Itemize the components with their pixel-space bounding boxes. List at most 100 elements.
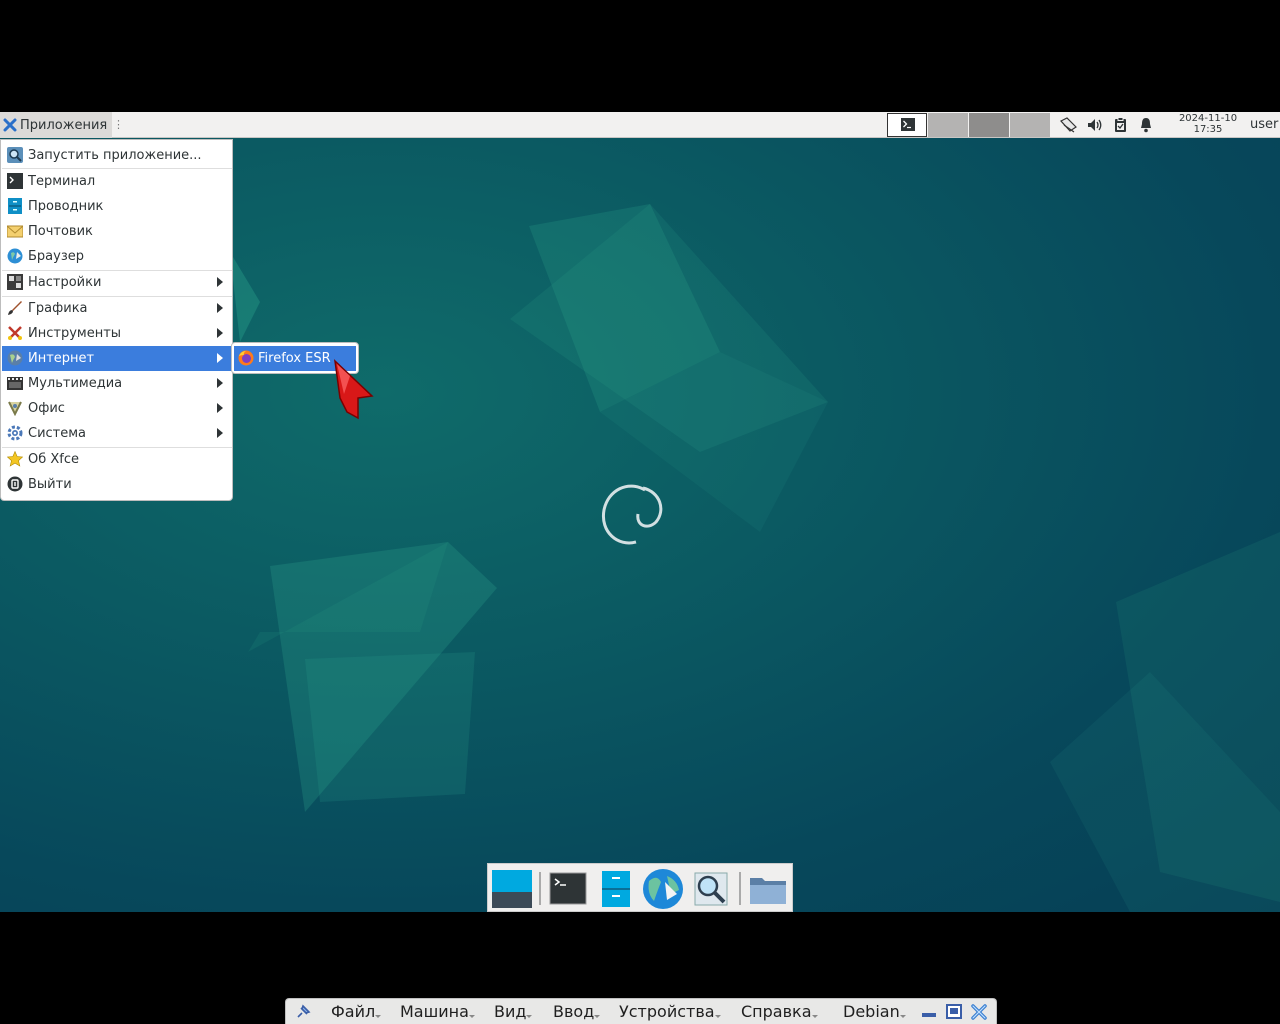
terminal-icon — [7, 173, 23, 189]
menu-item-label: Офис — [28, 401, 65, 416]
menu-item-label: Почтовик — [28, 224, 93, 239]
menu-item-run-program[interactable]: Запустить приложение... — [2, 143, 232, 168]
terminal-icon — [549, 872, 587, 905]
mail-icon — [7, 225, 23, 238]
vbox-machine-name: Debian — [843, 1002, 906, 1021]
menu-item-label: Запустить приложение... — [28, 148, 202, 163]
menu-item-tools[interactable]: Инструменты — [2, 321, 232, 346]
applications-menu-button[interactable]: Приложения — [0, 112, 112, 138]
firefox-icon — [238, 350, 254, 366]
office-icon — [8, 401, 22, 416]
desktop[interactable]: Приложения ⋮ 2024-11-10 17:35 user Запус… — [0, 112, 1280, 912]
clock-time: 17:35 — [1193, 124, 1223, 135]
menu-item-label: Firefox ESR — [258, 351, 331, 366]
vbox-menu-machine[interactable]: Машина — [400, 1002, 475, 1021]
show-desktop-button[interactable] — [490, 868, 534, 910]
browser-icon — [7, 248, 23, 264]
menu-item-about-xfce[interactable]: Об Xfce — [2, 447, 232, 472]
menu-item-office[interactable]: Офис — [2, 396, 232, 421]
settings-icon — [7, 274, 23, 290]
logout-icon — [7, 476, 23, 492]
vbox-menu-input[interactable]: Ввод — [553, 1002, 601, 1021]
tools-icon — [8, 326, 22, 340]
dock-browser-button[interactable] — [641, 868, 685, 910]
menu-item-settings[interactable]: Настройки — [2, 270, 232, 295]
menu-item-label: Проводник — [28, 199, 104, 214]
applications-menu: Запустить приложение... Терминал Проводн… — [0, 139, 233, 501]
menu-item-multimedia[interactable]: Мультимедиа — [2, 371, 232, 396]
dock-terminal-button[interactable] — [546, 868, 590, 910]
minimize-icon[interactable] — [920, 1003, 938, 1021]
workspace-1-terminal-button[interactable] — [887, 113, 927, 137]
browser-icon — [643, 869, 683, 909]
menu-item-label: Интернет — [28, 351, 95, 366]
submenu-arrow-icon — [217, 353, 223, 363]
dock-folder-button[interactable] — [746, 868, 790, 910]
virtualbox-menu-bar: Файл Машина Вид Ввод Устройства Справка … — [285, 998, 997, 1024]
notifications-bell-icon[interactable] — [1138, 116, 1154, 134]
panel-handle[interactable]: ⋮ — [113, 118, 124, 132]
workspace-2[interactable] — [928, 113, 968, 137]
submenu-arrow-icon — [217, 277, 223, 287]
submenu-arrow-icon — [217, 378, 223, 388]
submenu-arrow-icon — [217, 303, 223, 313]
dock-file-manager-button[interactable] — [594, 868, 638, 910]
applications-label: Приложения — [20, 117, 108, 133]
dock-separator — [539, 872, 541, 905]
file-manager-icon — [602, 871, 630, 907]
menu-item-system[interactable]: Система — [2, 421, 232, 446]
menu-item-label: Выйти — [28, 477, 72, 492]
menu-item-label: Мультимедиа — [28, 376, 123, 391]
menu-item-label: Об Xfce — [28, 452, 80, 467]
mouse-cursor-icon — [333, 358, 374, 420]
top-panel: Приложения ⋮ 2024-11-10 17:35 user — [0, 112, 1280, 138]
internet-icon — [7, 350, 23, 366]
workspace-4[interactable] — [1010, 113, 1050, 137]
menu-item-label: Браузер — [28, 249, 84, 264]
menu-item-label: Система — [28, 426, 87, 441]
clock[interactable]: 2024-11-10 17:35 — [1172, 113, 1244, 135]
menu-item-file-manager[interactable]: Проводник — [2, 194, 232, 219]
debian-swirl-logo — [601, 484, 663, 545]
dock-separator — [739, 872, 741, 905]
pin-icon[interactable] — [294, 1003, 312, 1021]
user-menu[interactable]: user — [1250, 117, 1278, 132]
folder-icon — [750, 878, 786, 904]
volume-icon[interactable] — [1086, 116, 1104, 134]
menu-item-graphics[interactable]: Графика — [2, 296, 232, 321]
menu-item-label: Настройки — [28, 275, 102, 290]
dock-app-finder-button[interactable] — [689, 868, 733, 910]
file-manager-icon — [8, 198, 22, 214]
menu-item-mail[interactable]: Почтовик — [2, 219, 232, 244]
system-gear-icon — [7, 425, 23, 441]
restore-window-icon[interactable] — [945, 1003, 963, 1021]
graphics-icon — [8, 301, 22, 315]
network-icon[interactable] — [1058, 116, 1078, 134]
menu-item-browser[interactable]: Браузер — [2, 244, 232, 269]
menu-item-internet[interactable]: Интернет — [2, 346, 232, 371]
menu-item-terminal[interactable]: Терминал — [2, 169, 232, 194]
clock-date: 2024-11-10 — [1178, 113, 1238, 124]
system-tray — [1058, 112, 1154, 138]
vbox-menu-view[interactable]: Вид — [494, 1002, 533, 1021]
xfce-logo-icon — [3, 118, 17, 132]
submenu-arrow-icon — [217, 403, 223, 413]
star-icon — [7, 451, 23, 467]
app-finder-icon — [694, 872, 728, 906]
submenu-arrow-icon — [217, 428, 223, 438]
submenu-arrow-icon — [217, 328, 223, 338]
vbox-menu-help[interactable]: Справка — [741, 1002, 817, 1021]
menu-item-label: Терминал — [28, 174, 96, 189]
multimedia-icon — [7, 377, 23, 390]
clipboard-icon[interactable] — [1112, 116, 1130, 134]
menu-item-label: Графика — [28, 301, 88, 316]
close-icon[interactable] — [970, 1003, 988, 1021]
workspace-3[interactable] — [969, 113, 1009, 137]
show-desktop-icon — [492, 870, 532, 908]
search-icon — [7, 147, 23, 163]
menu-item-label: Инструменты — [28, 326, 122, 341]
terminal-icon — [901, 118, 915, 131]
vbox-menu-devices[interactable]: Устройства — [619, 1002, 721, 1021]
vbox-menu-file[interactable]: Файл — [331, 1002, 382, 1021]
menu-item-logout[interactable]: Выйти — [2, 472, 232, 497]
